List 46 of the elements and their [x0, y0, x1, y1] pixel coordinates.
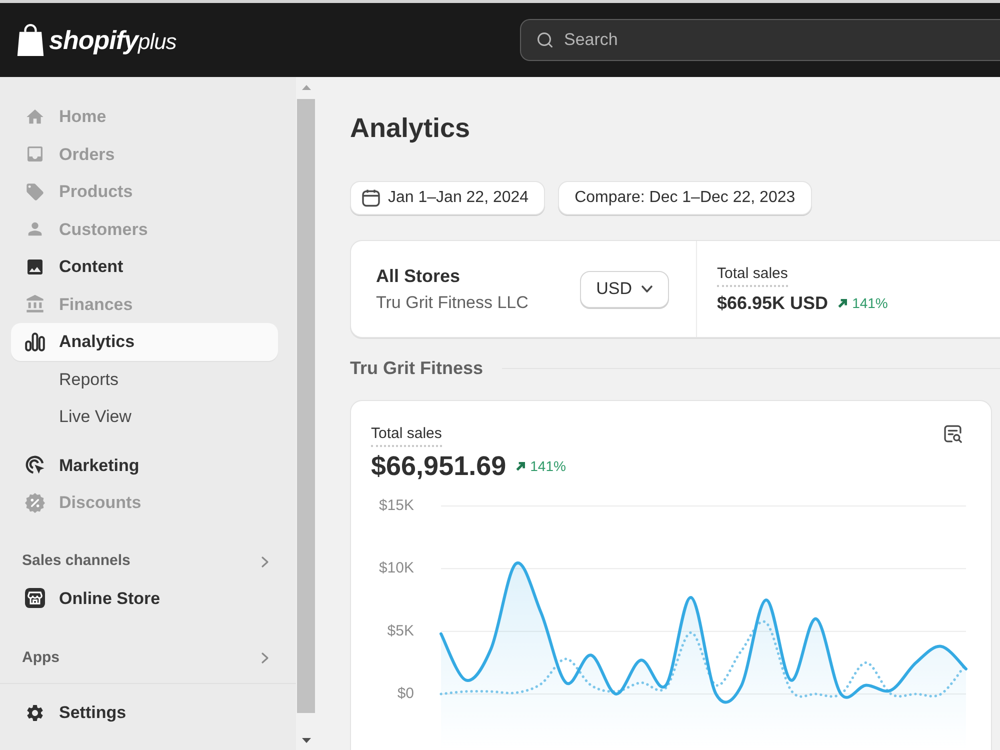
target-cursor-icon	[25, 455, 45, 476]
scroll-down-icon[interactable]	[302, 738, 310, 743]
percent-badge-icon	[25, 492, 45, 513]
metric-label: Total sales	[371, 423, 442, 447]
section-heading[interactable]: Apps	[11, 640, 278, 676]
search-field[interactable]: Search	[520, 19, 1000, 61]
change-percent: 141%	[530, 456, 566, 476]
chevron-right-icon	[261, 556, 269, 568]
bank-icon	[25, 294, 45, 314]
axis-label: $0	[397, 684, 414, 702]
sidebar-item[interactable]: Settings	[11, 694, 278, 732]
axis-label: $10K	[378, 560, 414, 577]
axis-label: $15K	[378, 496, 414, 514]
store-icon	[25, 588, 45, 608]
currency-dropdown[interactable]: USD	[580, 270, 669, 308]
calendar-icon	[362, 189, 380, 207]
report-search-icon[interactable]	[944, 425, 962, 443]
sidebar-item[interactable]: Online Store	[11, 580, 278, 617]
date-range-button[interactable]: Jan 1–Jan 22, 2024	[350, 181, 545, 215]
sidebar-item[interactable]: Content	[11, 248, 278, 286]
logo-wordmark: shopifyplus	[49, 27, 176, 53]
axis-label: $5K	[387, 622, 414, 640]
store-name: All Stores	[376, 264, 462, 288]
sidebar-item[interactable]: Marketing	[11, 446, 278, 484]
sidebar-item[interactable]: Reports	[11, 360, 278, 398]
shopping-bag-icon	[16, 24, 45, 56]
scrollbar-thumb[interactable]	[297, 99, 315, 713]
sidebar-item[interactable]: Live View	[11, 398, 278, 436]
section-heading[interactable]: Sales channels	[11, 544, 278, 580]
chevron-right-icon	[261, 652, 269, 664]
settings-icon	[25, 702, 45, 723]
metric-value: $66,951.69	[371, 450, 506, 483]
page-title: Analytics	[350, 112, 470, 145]
company-name: Tru Grit Fitness LLC	[376, 292, 528, 314]
image-icon	[25, 256, 45, 277]
metric-value: $66.95K USD	[717, 292, 828, 315]
chevron-down-icon	[641, 285, 653, 293]
inbox-icon	[25, 144, 45, 164]
metric-label: Total sales	[717, 263, 788, 287]
bar-chart-icon	[25, 332, 45, 352]
change-percent: 141%	[852, 294, 888, 312]
compare-range-button[interactable]: Compare: Dec 1–Dec 22, 2023	[558, 181, 812, 215]
sidebar-item[interactable]: Analytics	[11, 323, 278, 360]
section-title: Tru Grit Fitness	[350, 357, 484, 380]
search-icon	[536, 31, 554, 49]
tag-icon	[25, 182, 45, 202]
